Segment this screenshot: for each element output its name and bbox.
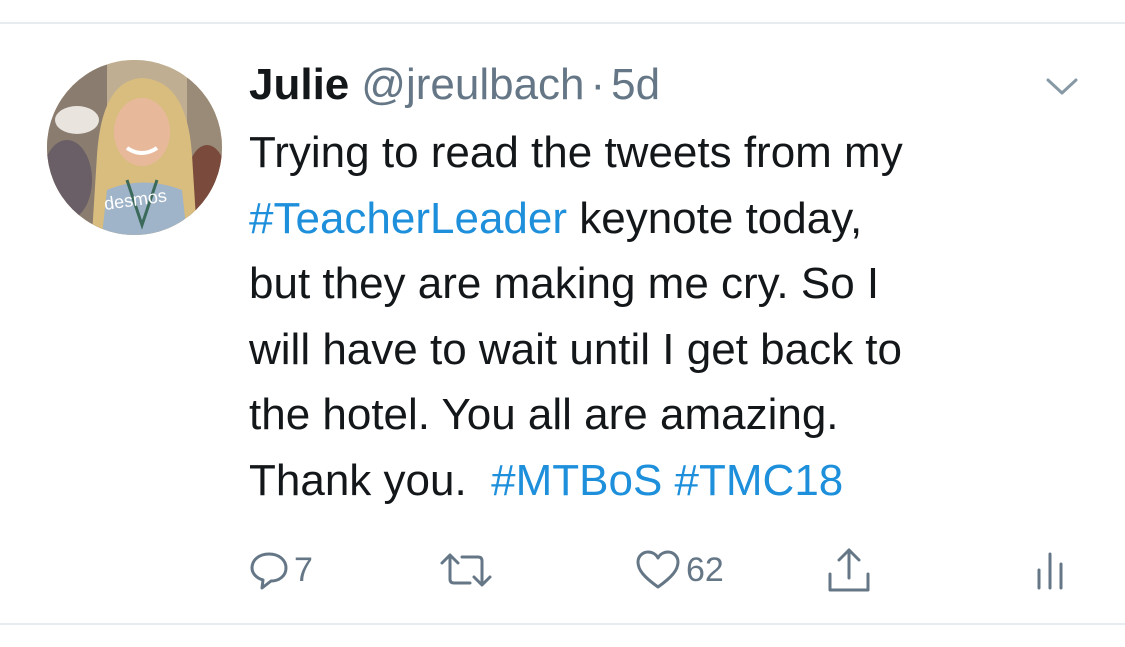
tweet-text-segment: Thank you. [249,455,492,505]
analytics-button[interactable] [1034,540,1068,600]
tweet-text-line: Trying to read the tweets from my [249,120,1099,186]
tweet-text-segment: Trying to read the tweets from my [249,128,903,177]
analytics-icon [1037,552,1063,590]
separator-dot: · [590,60,606,109]
avatar[interactable]: desmos [47,60,222,235]
tweet-text-segment: keynote today, [567,193,863,243]
bottom-divider [0,623,1125,625]
tweet-text-line: Thank you. #MTBoS #TMC18 [249,448,1099,514]
reply-icon [250,552,288,590]
like-count: 62 [686,550,724,589]
tweet-text-segment: the hotel. You all are amazing. [249,390,839,440]
user-handle[interactable]: @jreulbach [361,60,584,109]
avatar-image: desmos [47,60,222,235]
tweet-text-segment: but they are making me cry. So I [249,259,880,309]
share-button[interactable] [826,540,872,600]
like-button[interactable]: 62 [634,540,724,600]
tweet-text-line: the hotel. You all are amazing. [249,382,1099,448]
tweet-header: Julie @jreulbach · 5d [249,56,660,114]
heart-icon [636,550,680,589]
tweet-timestamp[interactable]: 5d [611,60,660,109]
hashtag-link[interactable]: #TMC18 [675,456,844,505]
tweet-text: Trying to read the tweets from my #Teache… [249,120,1099,514]
tweet-text-segment: will have to wait until I get back to [249,324,902,374]
retweet-icon [440,553,492,587]
reply-count: 7 [294,550,313,589]
top-divider [0,22,1125,24]
chevron-down-icon[interactable] [1042,72,1082,102]
share-icon [828,548,870,592]
tweet-text-line: #TeacherLeader keynote today, [249,186,1099,252]
hashtag-link[interactable]: #MTBoS [491,456,662,505]
tweet-text-line: will have to wait until I get back to [249,317,1099,383]
retweet-button[interactable] [438,540,498,600]
reply-button[interactable]: 7 [248,540,313,600]
tweet-text-segment [662,456,674,505]
tweet-text-line: but they are making me cry. So I [249,251,1099,317]
tweet-actions: 7 62 [0,540,1125,600]
hashtag-link[interactable]: #TeacherLeader [249,194,567,243]
display-name[interactable]: Julie [249,60,349,109]
